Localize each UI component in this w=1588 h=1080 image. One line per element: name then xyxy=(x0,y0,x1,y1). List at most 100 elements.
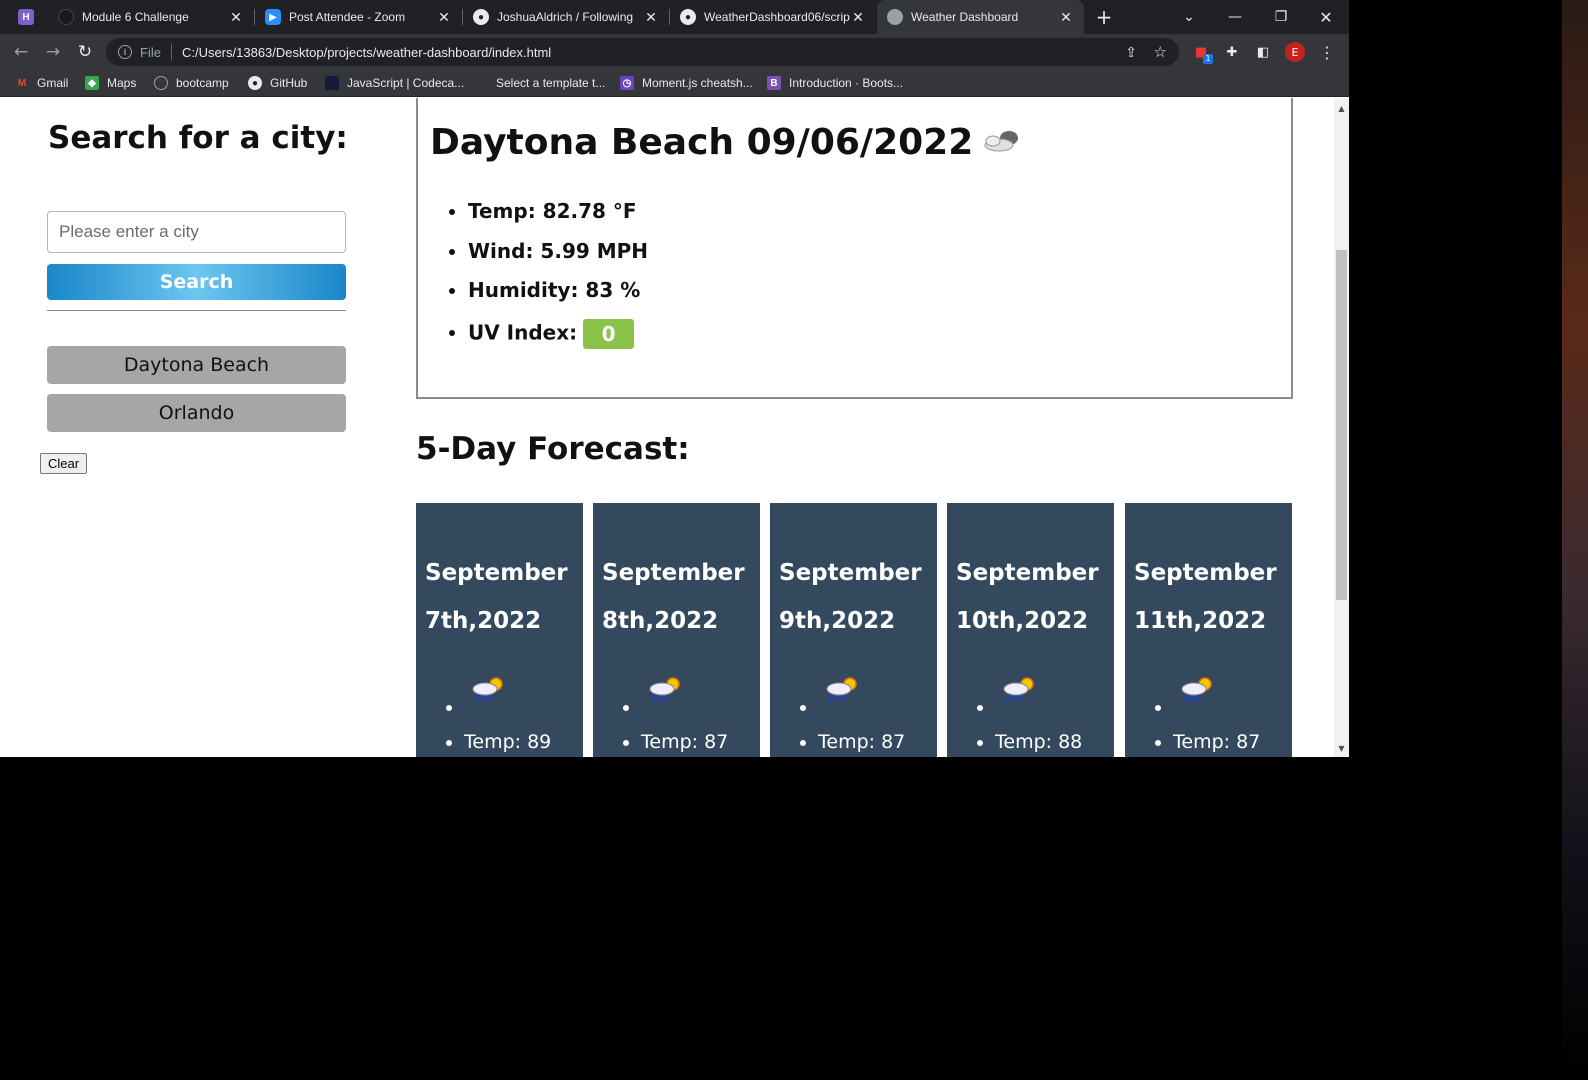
share-icon[interactable]: ⇪ xyxy=(1125,44,1137,61)
bookmark-bootcamp[interactable]: bootcamp xyxy=(154,74,229,92)
bookmark-maps[interactable]: ◆ Maps xyxy=(85,74,136,92)
restore-button[interactable]: ❐ xyxy=(1258,0,1304,34)
city-search-input[interactable] xyxy=(47,211,346,253)
globe-icon xyxy=(154,76,168,90)
sun-rain-icon xyxy=(472,677,503,702)
tab-search-icon[interactable]: ⌄ xyxy=(1166,0,1212,34)
history-button-orlando[interactable]: Orlando xyxy=(47,394,346,432)
forecast-card: September 7th,2022 Temp: 89 xyxy=(416,503,583,757)
tab-weather-dashboard[interactable]: Weather Dashboard ✕ xyxy=(877,0,1084,34)
page-icon xyxy=(474,76,488,90)
profile-avatar[interactable]: E xyxy=(1285,42,1305,62)
forecast-card: September 10th,2022 Temp: 88 xyxy=(947,503,1114,757)
bookmark-template[interactable]: Select a template t... xyxy=(474,74,605,92)
forecast-month: September xyxy=(779,560,922,586)
menu-kebab-icon[interactable]: ⋮ xyxy=(1317,42,1337,62)
tab-title: Module 6 Challenge xyxy=(82,10,189,24)
extension-badge: 1 xyxy=(1203,54,1213,64)
bookmark-label: Maps xyxy=(107,76,137,90)
forecast-icon-item xyxy=(464,677,551,731)
scroll-down-arrow-icon[interactable]: ▼ xyxy=(1334,744,1349,753)
forecast-title: 5-Day Forecast: xyxy=(416,431,690,467)
bookmark-label: Introduction · Boots... xyxy=(789,76,904,90)
info-icon[interactable]: i xyxy=(118,45,132,59)
tab-title: JoshuaAldrich / Following xyxy=(497,10,634,24)
close-icon[interactable]: ✕ xyxy=(643,9,659,26)
clear-history-button[interactable]: Clear xyxy=(40,453,87,474)
tab-github-script[interactable]: ● WeatherDashboard06/scrip ✕ xyxy=(670,0,876,34)
browser-window: H Module 6 Challenge ✕ ▶ Post Attendee -… xyxy=(0,0,1349,757)
forecast-month: September xyxy=(425,560,568,586)
sun-rain-icon xyxy=(1181,677,1212,702)
bookmark-bootstrap[interactable]: B Introduction · Boots... xyxy=(767,74,903,92)
github-icon: ● xyxy=(680,9,696,25)
close-icon[interactable]: ✕ xyxy=(436,9,452,26)
page-viewport: Search for a city: Search Daytona Beach … xyxy=(0,98,1349,757)
zoom-icon: ▶ xyxy=(265,9,281,25)
forward-button[interactable]: → xyxy=(41,40,65,64)
github-icon: ● xyxy=(248,76,262,90)
bookmark-label: Select a template t... xyxy=(496,76,606,90)
bookmark-label: GitHub xyxy=(270,76,308,90)
bookmark-github[interactable]: ● GitHub xyxy=(248,74,307,92)
forecast-month: September xyxy=(956,560,1099,586)
bookmarks-bar: M Gmail ◆ Maps bootcamp ● GitHub JavaScript… xyxy=(0,70,1349,97)
bookmark-star-icon[interactable]: ☆ xyxy=(1154,43,1167,61)
search-button[interactable]: Search xyxy=(47,264,346,300)
back-button[interactable]: ← xyxy=(9,40,33,64)
window-close-button[interactable]: ✕ xyxy=(1303,0,1349,34)
globe-icon xyxy=(887,9,903,25)
tab-module-6[interactable]: Module 6 Challenge ✕ xyxy=(48,0,254,34)
reload-button[interactable]: ↻ xyxy=(73,40,97,64)
forecast-date: September 8th,2022 xyxy=(602,549,762,645)
bookmark-gmail[interactable]: M Gmail xyxy=(15,74,69,92)
bookmark-codecademy[interactable]: JavaScript | Codeca... xyxy=(325,74,464,92)
history-button-daytona-beach[interactable]: Daytona Beach xyxy=(47,346,346,384)
scroll-up-arrow-icon[interactable]: ▲ xyxy=(1334,104,1349,113)
side-panel-icon[interactable]: ◧ xyxy=(1253,42,1273,62)
extension-icon[interactable]: ■ 1 xyxy=(1191,42,1213,64)
tab-strip: H Module 6 Challenge ✕ ▶ Post Attendee -… xyxy=(0,0,1349,34)
extensions-puzzle-icon[interactable]: ✚ xyxy=(1222,42,1242,62)
forecast-temp: Temp: 87 xyxy=(1173,731,1260,753)
address-bar[interactable]: i File C:/Users/13863/Desktop/projects/w… xyxy=(106,38,1179,66)
forecast-day: 10th,2022 xyxy=(956,608,1089,634)
close-icon[interactable]: ✕ xyxy=(850,9,866,26)
github-icon: ● xyxy=(473,9,489,25)
forecast-list: Temp: 87 xyxy=(818,677,905,753)
current-temp: Temp: 82.78 °F xyxy=(468,200,648,240)
close-icon[interactable]: ✕ xyxy=(1058,9,1074,26)
sun-rain-icon xyxy=(826,677,857,702)
forecast-list: Temp: 87 xyxy=(1173,677,1260,753)
page-scrollbar[interactable]: ▲ ▼ xyxy=(1334,98,1349,757)
browser-toolbar: ← → ↻ i File C:/Users/13863/Desktop/proj… xyxy=(0,34,1349,70)
forecast-day: 8th,2022 xyxy=(602,608,719,634)
forecast-icon-item xyxy=(641,677,728,731)
bookmark-moment[interactable]: ◷ Moment.js cheatsh... xyxy=(620,74,753,92)
forecast-temp: Temp: 87 xyxy=(641,731,728,753)
current-humidity: Humidity: 83 % xyxy=(468,279,648,319)
search-title: Search for a city: xyxy=(48,120,348,156)
forecast-list: Temp: 89 xyxy=(464,677,551,753)
minimize-button[interactable]: — xyxy=(1212,0,1258,34)
maps-icon: ◆ xyxy=(85,76,99,90)
new-tab-button[interactable]: + xyxy=(1082,0,1126,34)
forecast-month: September xyxy=(602,560,745,586)
tab-zoom[interactable]: ▶ Post Attendee - Zoom ✕ xyxy=(255,0,462,34)
scrollbar-thumb[interactable] xyxy=(1336,250,1347,600)
close-icon[interactable]: ✕ xyxy=(228,9,244,26)
forecast-icon-item xyxy=(818,677,905,731)
forecast-list: Temp: 87 xyxy=(641,677,728,753)
sidebar-divider xyxy=(47,310,346,311)
tab-search-button[interactable]: H xyxy=(8,0,48,34)
tab-github-following[interactable]: ● JoshuaAldrich / Following ✕ xyxy=(463,0,669,34)
forecast-list: Temp: 88 xyxy=(995,677,1082,753)
address-divider xyxy=(170,44,172,60)
forecast-card: September 8th,2022 Temp: 87 xyxy=(593,503,760,757)
bookmark-label: JavaScript | Codeca... xyxy=(347,76,465,90)
address-url[interactable]: C:/Users/13863/Desktop/projects/weather-… xyxy=(182,45,551,60)
uv-label: UV Index: xyxy=(468,320,578,344)
sun-rain-icon xyxy=(1003,677,1034,702)
tab-title: Weather Dashboard xyxy=(911,10,1019,24)
forecast-card: September 11th,2022 Temp: 87 xyxy=(1125,503,1292,757)
